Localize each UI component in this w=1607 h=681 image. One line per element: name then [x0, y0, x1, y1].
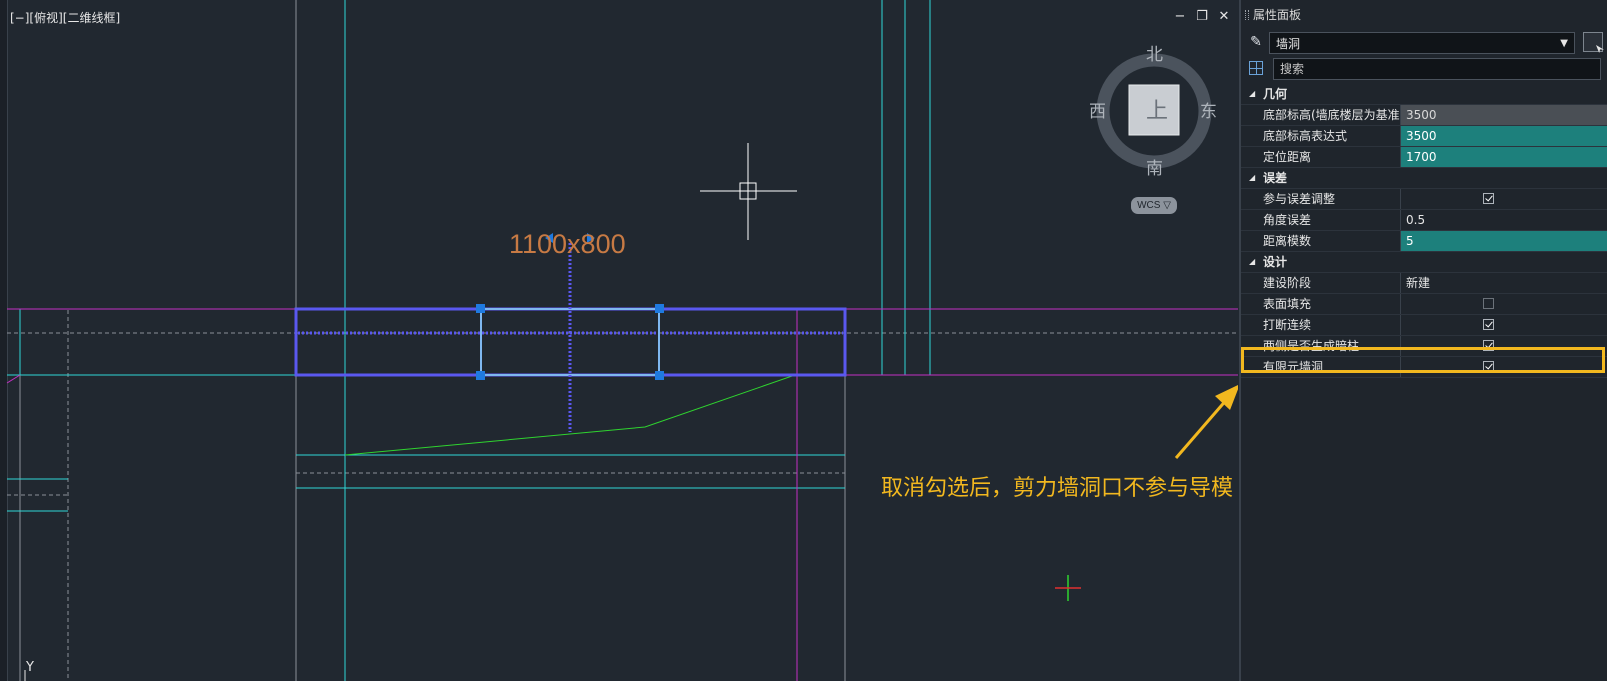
annotation-callout: 取消勾选后，剪力墙洞口不参与导模 [881, 476, 1234, 501]
view-mode-label[interactable]: [−][俯视][二维线框] [10, 9, 120, 26]
compass-east: 东 [1200, 102, 1217, 122]
panel-title: 属性面板 [1241, 0, 1607, 28]
prop-row-position-distance[interactable]: 定位距离 1700 [1241, 147, 1607, 168]
quick-select-button[interactable] [1583, 32, 1603, 52]
prop-value [1401, 189, 1607, 209]
section-geometry[interactable]: ◢ 几何 [1241, 84, 1607, 105]
compass-south: 南 [1146, 159, 1163, 179]
compass-west: 西 [1089, 102, 1106, 122]
checkbox[interactable] [1483, 319, 1494, 330]
wall-opening-rect [480, 308, 660, 376]
prop-label: 参与误差调整 [1241, 189, 1401, 209]
chevron-down-icon: ▼ [1560, 38, 1568, 49]
properties-panel: 属性面板 ✎ 墙洞 ▼ ◢ 几何 底部标高(墙底楼层为基准) 3500 底部标高… [1239, 0, 1607, 681]
minimize-icon[interactable]: − [1172, 9, 1188, 24]
element-type-value: 墙洞 [1276, 37, 1301, 51]
y-axis-label: Y [25, 660, 34, 675]
prop-label: 距离模数 [1241, 231, 1401, 251]
prop-value [1401, 315, 1607, 335]
prop-value[interactable]: 3500 [1401, 105, 1607, 125]
prop-label: 角度误差 [1241, 210, 1401, 230]
restore-icon[interactable]: ❐ [1194, 9, 1210, 24]
selected-wall-outline [294, 307, 847, 377]
prop-row-bottom-elevation[interactable]: 底部标高(墙底楼层为基准) 3500 [1241, 105, 1607, 126]
collapse-triangle-icon[interactable]: ◢ [1249, 168, 1255, 188]
pencil-icon[interactable]: ✎ [1247, 33, 1265, 51]
prop-label: 定位距离 [1241, 147, 1401, 167]
prop-label: 打断连续 [1241, 315, 1401, 335]
prop-row-elevation-expression[interactable]: 底部标高表达式 3500 [1241, 126, 1607, 147]
prop-row-surface-fill[interactable]: 表面填充 [1241, 294, 1607, 315]
checkbox[interactable] [1483, 193, 1494, 204]
prop-label: 表面填充 [1241, 294, 1401, 314]
prop-value[interactable]: 3500 [1401, 126, 1607, 146]
opening-size-text: 1100x800 [509, 229, 626, 259]
section-label: 几何 [1263, 87, 1288, 101]
grip-handle [476, 304, 485, 313]
highlight-box [1241, 347, 1605, 373]
compass-north: 北 [1146, 45, 1163, 65]
viewcube-label: 上 [1146, 99, 1168, 124]
prop-value[interactable]: 5 [1401, 231, 1607, 251]
prop-value[interactable]: 新建 [1401, 273, 1607, 293]
grip-handle [655, 304, 664, 313]
wcs-dropdown[interactable]: WCS ▽ [1131, 197, 1177, 214]
collapse-triangle-icon[interactable]: ◢ [1249, 252, 1255, 272]
prop-row-construction-phase[interactable]: 建设阶段 新建 [1241, 273, 1607, 294]
checkbox[interactable] [1483, 298, 1494, 309]
prop-value[interactable]: 1700 [1401, 147, 1607, 167]
grip-handle [476, 371, 485, 380]
section-tolerance[interactable]: ◢ 误差 [1241, 168, 1607, 189]
grid-icon[interactable] [1249, 61, 1263, 75]
section-design[interactable]: ◢ 设计 [1241, 252, 1607, 273]
prop-row-tolerance-adjust[interactable]: 参与误差调整 [1241, 189, 1607, 210]
section-label: 设计 [1263, 255, 1288, 269]
ucs-marker [1055, 575, 1081, 601]
search-row [1241, 57, 1607, 85]
collapse-triangle-icon[interactable]: ◢ [1249, 84, 1255, 104]
prop-row-angle-tolerance[interactable]: 角度误差 0.5 [1241, 210, 1607, 231]
crosshair-cursor [700, 143, 797, 240]
close-icon[interactable]: ✕ [1216, 9, 1232, 24]
y-axis-indicator: Y [24, 660, 34, 681]
prop-value[interactable]: 0.5 [1401, 210, 1607, 230]
prop-label: 建设阶段 [1241, 273, 1401, 293]
annotation-arrow [1174, 384, 1238, 459]
prop-label: 底部标高(墙底楼层为基准) [1241, 105, 1401, 125]
magenta-line [6, 374, 21, 384]
element-type-row: ✎ 墙洞 ▼ [1241, 30, 1607, 58]
element-type-select[interactable]: 墙洞 ▼ [1269, 32, 1575, 54]
prop-value [1401, 294, 1607, 314]
property-search-input[interactable] [1273, 58, 1601, 80]
prop-label: 底部标高表达式 [1241, 126, 1401, 146]
drawing-viewport[interactable]: 1100x800 上 北 南 东 西 Y [−][俯视][二维线框] − ❐ ✕… [0, 0, 1238, 681]
viewport-window-controls: − ❐ ✕ [1172, 9, 1232, 24]
grip-handle [655, 371, 664, 380]
prop-row-distance-modulus[interactable]: 距离模数 5 [1241, 231, 1607, 252]
prop-row-break-continuous[interactable]: 打断连续 [1241, 315, 1607, 336]
property-table: ◢ 几何 底部标高(墙底楼层为基准) 3500 底部标高表达式 3500 定位距… [1241, 84, 1607, 378]
section-label: 误差 [1263, 171, 1288, 185]
cad-drawing[interactable]: 1100x800 上 北 南 东 西 Y [0, 0, 1238, 681]
